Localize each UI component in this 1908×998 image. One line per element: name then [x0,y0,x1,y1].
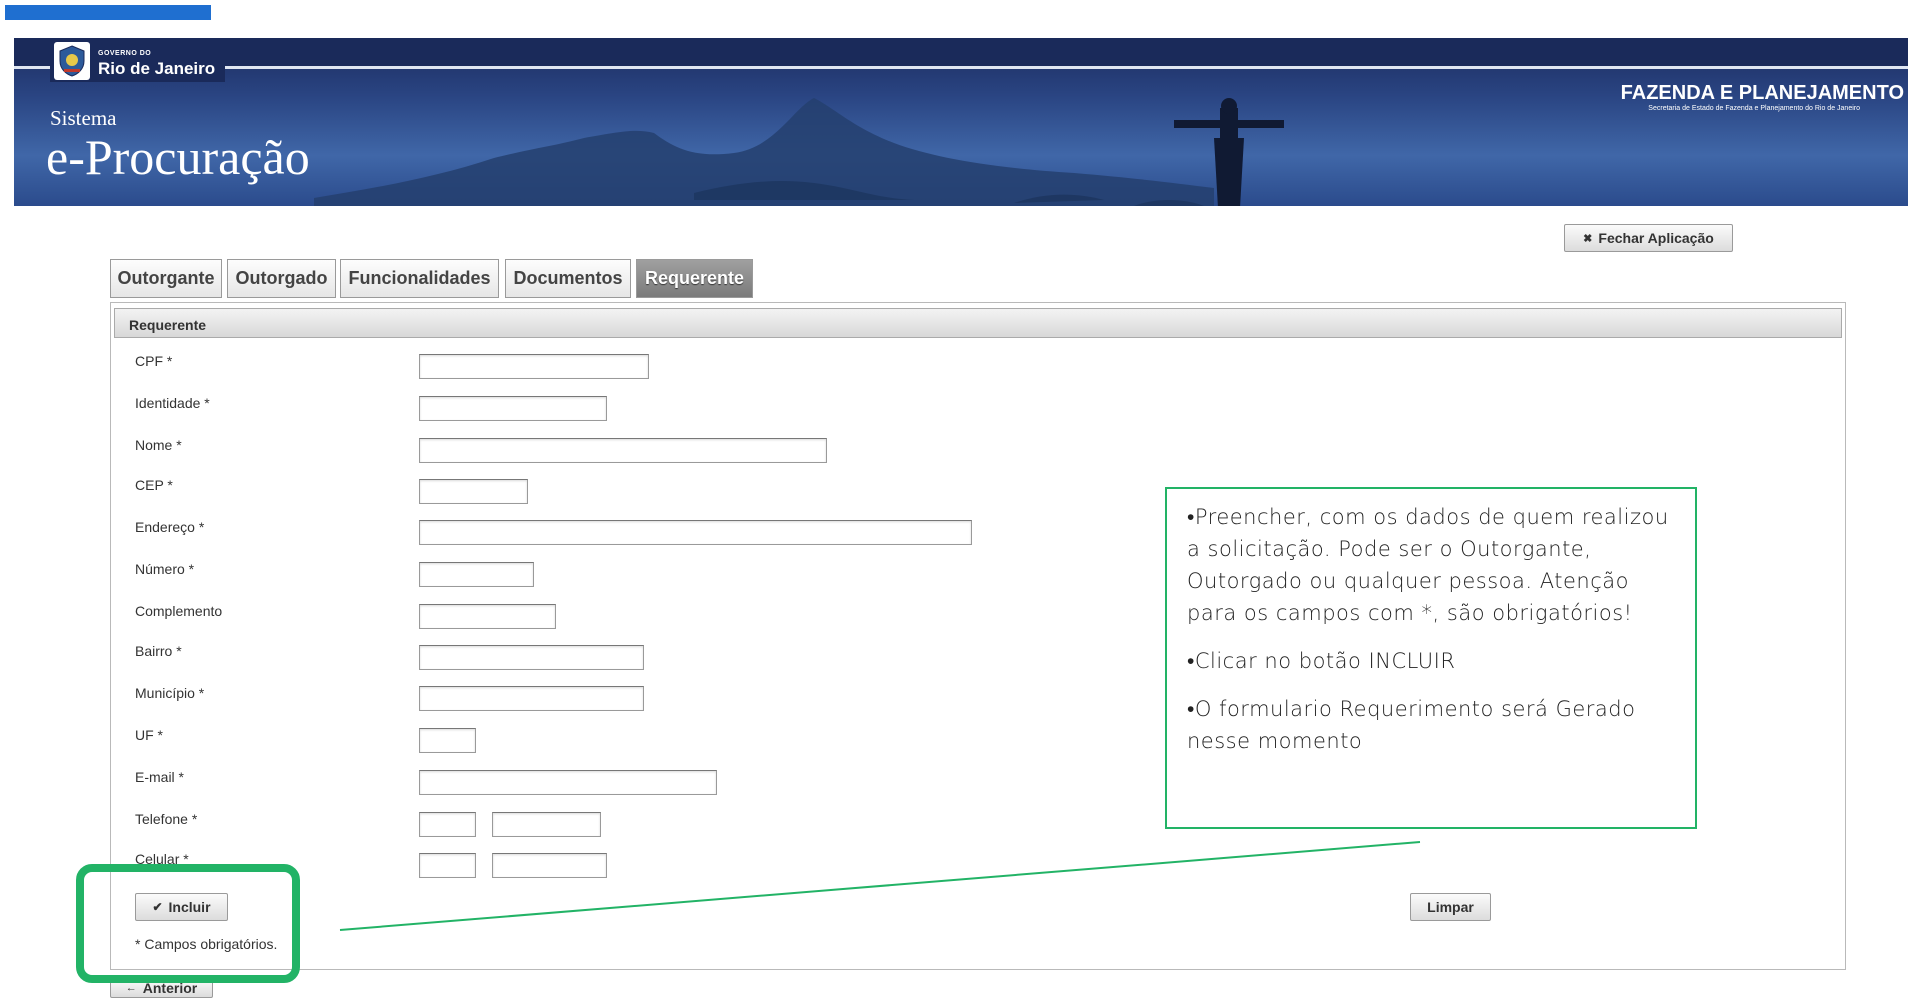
email-input[interactable] [419,770,717,795]
bairro-input[interactable] [419,645,644,670]
christ-statue-illustration [1174,98,1284,206]
telefone-number-input[interactable] [492,812,601,837]
complemento-label: Complemento [135,603,223,619]
numero-input[interactable] [419,562,534,587]
banner-divider-line [14,66,1908,69]
identidade-input[interactable] [419,396,607,421]
callout-bullet-2: •Clicar no botão INCLUIR [1187,649,1456,673]
department-subtitle: Secretaria de Estado de Fazenda e Planej… [1648,105,1860,112]
department-title: FAZENDA E PLANEJAMENTO [1620,82,1904,104]
panel-title: Requerente [129,317,207,333]
tab-funcionalidades[interactable]: Funcionalidades [340,259,499,298]
close-application-button[interactable]: ✖ Fechar Aplicação [1564,224,1733,252]
banner-top-band [14,38,1908,66]
telefone-ddd-input[interactable] [419,812,476,837]
top-accent-bar [5,5,211,20]
email-label: E-mail * [135,769,185,785]
celular-number-input[interactable] [492,853,607,878]
panel-header-bar [114,308,1842,338]
tab-outorgado[interactable]: Outorgado [227,259,336,298]
gov-label-name: Rio de Janeiro [98,59,216,78]
callout-bullet-1: •Preencher, com os dados de quem realizo… [1187,505,1669,625]
bairro-label: Bairro * [135,643,182,659]
cep-label: CEP * [135,477,173,493]
close-application-label: Fechar Aplicação [1598,230,1714,246]
cpf-input[interactable] [419,354,649,379]
complemento-input[interactable] [419,604,556,629]
uf-input[interactable] [419,728,476,753]
identidade-label: Identidade * [135,395,210,411]
tab-outorgante[interactable]: Outorgante [110,259,222,298]
header-banner: GOVERNO DO Rio de Janeiro Sistema e-Proc… [14,38,1908,206]
celular-ddd-input[interactable] [419,853,476,878]
numero-label: Número * [135,561,195,577]
mountains-illustration [314,98,1214,206]
app-title: e-Procuração [46,129,310,185]
telefone-label: Telefone * [135,811,198,827]
cpf-label: CPF * [135,353,173,369]
incluir-highlight-box [76,864,300,983]
government-logo: GOVERNO DO Rio de Janeiro [50,40,225,82]
state-seal-icon [54,42,90,80]
nome-input[interactable] [419,438,827,463]
instruction-callout: •Preencher, com os dados de quem realizo… [1165,487,1697,829]
endereco-input[interactable] [419,520,972,545]
tab-documentos[interactable]: Documentos [505,259,631,298]
callout-bullet-3: •O formulario Requerimento será Gerado n… [1187,697,1636,753]
close-x-icon: ✖ [1583,232,1593,245]
tab-requerente[interactable]: Requerente [636,259,753,298]
limpar-button[interactable]: Limpar [1410,893,1491,921]
uf-label: UF * [135,727,163,743]
arrow-left-icon: ← [125,982,137,994]
cep-input[interactable] [419,479,528,504]
endereco-label: Endereço * [135,519,205,535]
municipio-label: Município * [135,685,205,701]
gov-label-small: GOVERNO DO [98,50,152,57]
nome-label: Nome * [135,437,182,453]
municipio-input[interactable] [419,686,644,711]
